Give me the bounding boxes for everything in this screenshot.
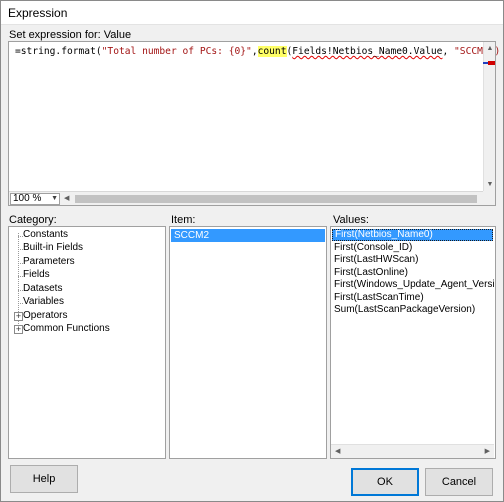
code-string-1: "Total number of PCs: {0}" bbox=[101, 46, 252, 57]
error-marker-icon bbox=[488, 61, 495, 65]
editor-horizontal-scroll-thumb[interactable] bbox=[75, 195, 477, 203]
expression-label: Set expression for: Value bbox=[9, 29, 132, 41]
scroll-right-icon[interactable]: ▶ bbox=[485, 447, 490, 455]
expand-plus-icon[interactable]: + bbox=[14, 312, 23, 321]
list-item-first-lastscantime[interactable]: First(LastScanTime) bbox=[334, 292, 424, 304]
category-tree[interactable]: Constants Built-in Fields Parameters Fie… bbox=[8, 226, 166, 459]
item-label: Item: bbox=[171, 214, 196, 226]
chevron-down-icon[interactable]: ▼ bbox=[51, 194, 58, 204]
ok-button[interactable]: OK bbox=[351, 468, 419, 496]
cancel-button[interactable]: Cancel bbox=[425, 468, 493, 496]
title-bar[interactable]: Expression bbox=[1, 1, 503, 25]
code-function-count: count bbox=[257, 46, 287, 57]
scroll-up-icon[interactable]: ▲ bbox=[485, 44, 495, 54]
list-item-first-console-id[interactable]: First(Console_ID) bbox=[334, 242, 412, 254]
expression-code[interactable]: =string.format("Total number of PCs: {0}… bbox=[15, 46, 500, 57]
category-label: Category: bbox=[9, 214, 57, 226]
list-item-first-lasthwscan[interactable]: First(LastHWScan) bbox=[334, 254, 418, 266]
zoom-select[interactable]: 100 % ▼ bbox=[10, 193, 60, 205]
editor-bottom-bar: 100 % ▼ ◀ ▶ bbox=[9, 191, 495, 205]
list-item-sccm2[interactable]: SCCM2 bbox=[171, 229, 325, 242]
scroll-left-icon[interactable]: ◀ bbox=[335, 447, 340, 455]
scrollbar-corner bbox=[483, 191, 495, 205]
help-button[interactable]: Help bbox=[10, 465, 78, 493]
expression-editor[interactable]: =string.format("Total number of PCs: {0}… bbox=[8, 41, 500, 206]
code-comma: , bbox=[251, 46, 258, 57]
values-label: Values: bbox=[333, 214, 369, 226]
list-item-sum-lastscanpackageversion[interactable]: Sum(LastScanPackageVersion) bbox=[334, 304, 475, 316]
expression-dialog: Expression Set expression for: Value =st… bbox=[0, 0, 504, 502]
list-item-first-netbios-name0[interactable]: First(Netbios_Name0) bbox=[332, 229, 493, 241]
list-item-first-wua-version[interactable]: First(Windows_Update_Agent_Version) bbox=[334, 279, 495, 291]
values-horizontal-scrollbar[interactable]: ◀ ▶ bbox=[331, 444, 494, 458]
values-list[interactable]: First(Netbios_Name0) First(Console_ID) F… bbox=[330, 226, 496, 459]
window-title: Expression bbox=[8, 6, 68, 20]
code-fields-ref: Fields!Netbios_Name0.Value bbox=[292, 46, 443, 57]
list-item-first-lastonline[interactable]: First(LastOnline) bbox=[334, 267, 408, 279]
code-separator: , bbox=[442, 46, 455, 57]
item-list[interactable]: SCCM2 bbox=[169, 226, 327, 459]
scroll-left-icon[interactable]: ◀ bbox=[64, 194, 69, 202]
scroll-down-icon[interactable]: ▼ bbox=[485, 180, 495, 190]
zoom-value: 100 % bbox=[13, 193, 42, 204]
expand-plus-icon[interactable]: + bbox=[14, 325, 23, 334]
code-prefix: =string.format( bbox=[15, 46, 102, 57]
